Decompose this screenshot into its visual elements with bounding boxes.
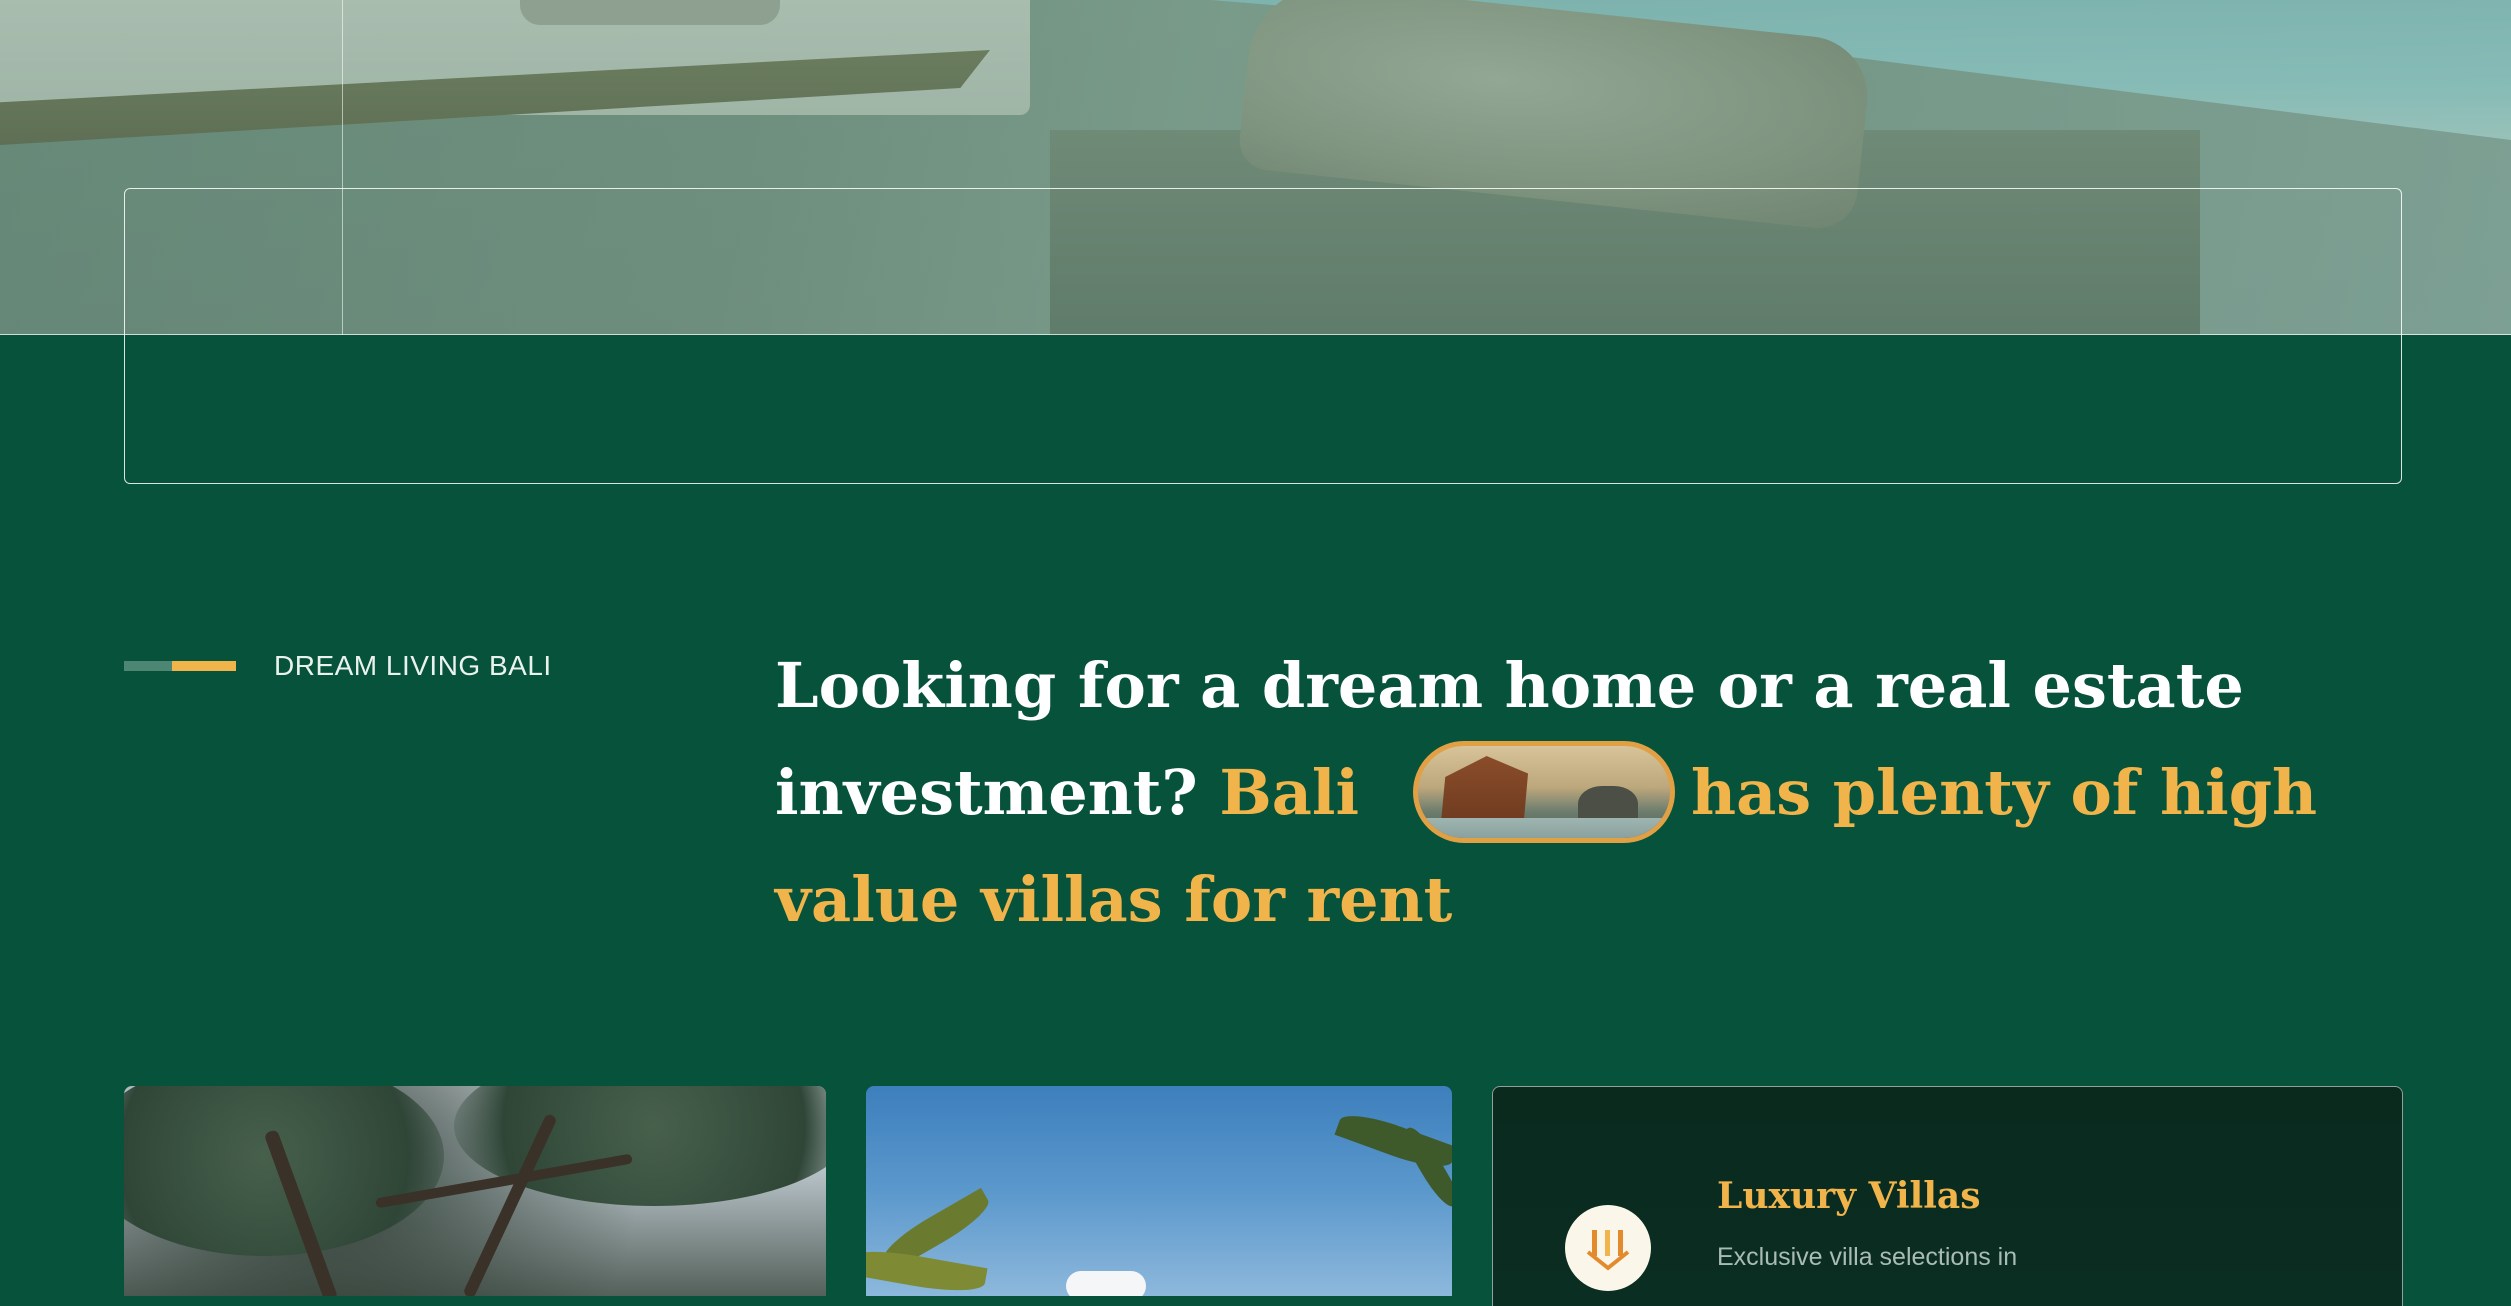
tree-foliage xyxy=(454,1086,826,1206)
hut-shape xyxy=(1440,756,1529,826)
villa-image-card-1[interactable] xyxy=(124,1086,826,1296)
accent-bar-icon xyxy=(124,661,236,671)
headline-inline-image xyxy=(1413,741,1676,843)
feature-description: Exclusive villa selections in xyxy=(1717,1243,2018,1271)
villa-image-card-2[interactable] xyxy=(866,1086,1452,1296)
feature-title: Luxury Villas xyxy=(1717,1175,1981,1217)
headline-accent-bali: Bali xyxy=(1219,756,1360,829)
sea-shape xyxy=(1418,818,1671,838)
feature-card-luxury-villas[interactable]: Luxury Villas Exclusive villa selections… xyxy=(1492,1086,2403,1306)
villa-download-icon xyxy=(1565,1205,1651,1291)
eyebrow-label: DREAM LIVING BALI xyxy=(274,650,552,681)
section-eyebrow: DREAM LIVING BALI xyxy=(124,650,552,682)
hero-frame-box xyxy=(124,188,2402,484)
palm-frond xyxy=(866,1244,988,1296)
intro-headline: Looking for a dream home or a real estat… xyxy=(775,632,2335,953)
cloud-shape xyxy=(1066,1271,1146,1296)
rolled-towel-small xyxy=(520,0,780,25)
